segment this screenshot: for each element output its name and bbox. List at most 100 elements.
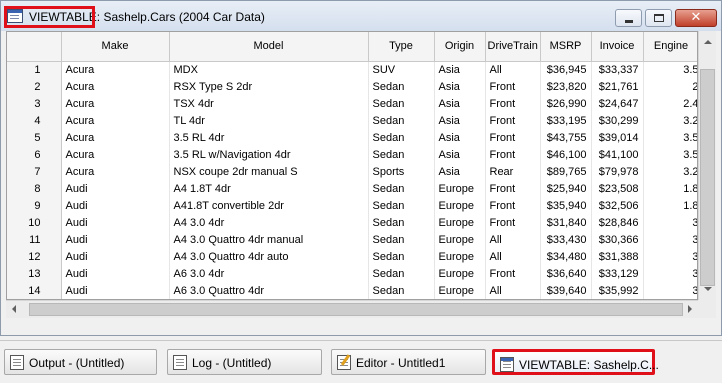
table-row[interactable]: 10 Audi A4 3.0 4dr Sedan Europe Front $31,840 $… <box>7 214 697 231</box>
cell-origin[interactable]: Asia <box>434 163 486 180</box>
cell-invoice[interactable]: $31,388 <box>591 248 644 265</box>
scroll-up-icon[interactable] <box>704 40 712 44</box>
table-row[interactable]: 4 Acura TL 4dr Sedan Asia Front $33,195 $30,299… <box>7 112 697 129</box>
table-row[interactable]: 11 Audi A4 3.0 Quattro 4dr manual Sedan Euro… <box>7 231 697 248</box>
table-row[interactable]: 3 Acura TSX 4dr Sedan Asia Front $26,990 $24,64… <box>7 95 697 112</box>
cell-drivetrain[interactable]: All <box>485 231 541 248</box>
cell-msrp[interactable]: $33,430 <box>540 231 592 248</box>
title-bar[interactable]: VIEWTABLE: Sashelp.Cars (2004 Car Data) … <box>1 1 721 31</box>
row-number[interactable]: 14 <box>7 282 62 299</box>
row-number-header[interactable] <box>7 32 62 62</box>
cell-msrp[interactable]: $25,940 <box>540 180 592 197</box>
cell-make[interactable]: Acura <box>61 61 170 78</box>
table-row[interactable]: 9 Audi A41.8T convertible 2dr Sedan Europe Fr… <box>7 197 697 214</box>
cell-type[interactable]: Sedan <box>368 129 435 146</box>
cell-type[interactable]: Sedan <box>368 95 435 112</box>
cell-origin[interactable]: Asia <box>434 95 486 112</box>
cell-drivetrain[interactable]: Front <box>485 146 541 163</box>
cell-type[interactable]: SUV <box>368 61 435 78</box>
table-row[interactable]: 1 Acura MDX SUV Asia All $36,945 $33,337 3.5 <box>7 61 697 78</box>
cell-model[interactable]: NSX coupe 2dr manual S <box>169 163 369 180</box>
cell-engine[interactable]: 3 <box>643 282 697 299</box>
column-header-drivetrain[interactable]: DriveTrain <box>485 32 541 62</box>
horizontal-scrollbar[interactable] <box>6 300 698 318</box>
column-header-origin[interactable]: Origin <box>434 32 486 62</box>
cell-origin[interactable]: Asia <box>434 78 486 95</box>
cell-invoice[interactable]: $35,992 <box>591 282 644 299</box>
cell-engine[interactable]: 3.5 <box>643 61 697 78</box>
cell-origin[interactable]: Europe <box>434 282 486 299</box>
cell-engine[interactable]: 1.8 <box>643 180 697 197</box>
cell-invoice[interactable]: $33,337 <box>591 61 644 78</box>
scroll-right-icon[interactable] <box>688 305 692 313</box>
cell-invoice[interactable]: $23,508 <box>591 180 644 197</box>
cell-engine[interactable]: 1.8 <box>643 197 697 214</box>
cell-origin[interactable]: Europe <box>434 214 486 231</box>
table-row[interactable]: 12 Audi A4 3.0 Quattro 4dr auto Sedan Europe… <box>7 248 697 265</box>
cell-engine[interactable]: 2.4 <box>643 95 697 112</box>
table-row[interactable]: 14 Audi A6 3.0 Quattro 4dr Sedan Europe All $3… <box>7 282 697 299</box>
cell-invoice[interactable]: $39,014 <box>591 129 644 146</box>
column-header-type[interactable]: Type <box>368 32 435 62</box>
table-row[interactable]: 2 Acura RSX Type S 2dr Sedan Asia Front $23,82… <box>7 78 697 95</box>
table-row[interactable]: 8 Audi A4 1.8T 4dr Sedan Europe Front $25,940 $… <box>7 180 697 197</box>
cell-type[interactable]: Sedan <box>368 146 435 163</box>
task-viewtable[interactable]: VIEWTABLE: Sashelp.C... <box>492 349 659 375</box>
vertical-scroll-thumb[interactable] <box>700 69 715 286</box>
cell-model[interactable]: A4 3.0 Quattro 4dr manual <box>169 231 369 248</box>
row-number[interactable]: 5 <box>7 129 62 146</box>
column-header-msrp[interactable]: MSRP <box>540 32 592 62</box>
cell-drivetrain[interactable]: Front <box>485 197 541 214</box>
task-log[interactable]: Log - (Untitled) <box>167 349 322 375</box>
vertical-scrollbar[interactable] <box>698 31 716 300</box>
cell-invoice[interactable]: $24,647 <box>591 95 644 112</box>
cell-make[interactable]: Audi <box>61 265 170 282</box>
cell-make[interactable]: Audi <box>61 180 170 197</box>
cell-origin[interactable]: Asia <box>434 112 486 129</box>
cell-drivetrain[interactable]: All <box>485 248 541 265</box>
column-header-make[interactable]: Make <box>61 32 170 62</box>
cell-drivetrain[interactable]: Front <box>485 129 541 146</box>
cell-engine[interactable]: 3.5 <box>643 146 697 163</box>
row-number[interactable]: 1 <box>7 61 62 78</box>
table-row[interactable]: 6 Acura 3.5 RL w/Navigation 4dr Sedan Asia Fr… <box>7 146 697 163</box>
cell-drivetrain[interactable]: Front <box>485 95 541 112</box>
cell-engine[interactable]: 3 <box>643 265 697 282</box>
cell-origin[interactable]: Europe <box>434 265 486 282</box>
cell-make[interactable]: Audi <box>61 197 170 214</box>
cell-invoice[interactable]: $41,100 <box>591 146 644 163</box>
cell-model[interactable]: 3.5 RL w/Navigation 4dr <box>169 146 369 163</box>
cell-drivetrain[interactable]: Front <box>485 180 541 197</box>
cell-origin[interactable]: Europe <box>434 231 486 248</box>
cell-model[interactable]: A4 1.8T 4dr <box>169 180 369 197</box>
cell-msrp[interactable]: $36,945 <box>540 61 592 78</box>
cell-engine[interactable]: 3 <box>643 248 697 265</box>
cell-msrp[interactable]: $31,840 <box>540 214 592 231</box>
cell-type[interactable]: Sedan <box>368 180 435 197</box>
row-number[interactable]: 12 <box>7 248 62 265</box>
table-row[interactable]: 7 Acura NSX coupe 2dr manual S Sports Asia Re… <box>7 163 697 180</box>
cell-invoice[interactable]: $28,846 <box>591 214 644 231</box>
maximize-button[interactable] <box>645 9 672 27</box>
table-row[interactable]: 5 Acura 3.5 RL 4dr Sedan Asia Front $43,755 $39… <box>7 129 697 146</box>
table-row[interactable]: 13 Audi A6 3.0 4dr Sedan Europe Front $36,640 $… <box>7 265 697 282</box>
cell-model[interactable]: MDX <box>169 61 369 78</box>
cell-drivetrain[interactable]: Front <box>485 78 541 95</box>
cell-origin[interactable]: Asia <box>434 129 486 146</box>
cell-make[interactable]: Acura <box>61 146 170 163</box>
cell-drivetrain[interactable]: Front <box>485 265 541 282</box>
cell-drivetrain[interactable]: Front <box>485 112 541 129</box>
cell-make[interactable]: Acura <box>61 78 170 95</box>
cell-type[interactable]: Sedan <box>368 282 435 299</box>
scroll-left-icon[interactable] <box>12 305 16 313</box>
scroll-down-icon[interactable] <box>704 287 712 291</box>
cell-drivetrain[interactable]: All <box>485 282 541 299</box>
cell-origin[interactable]: Asia <box>434 61 486 78</box>
cell-model[interactable]: TL 4dr <box>169 112 369 129</box>
cell-engine[interactable]: 2 <box>643 78 697 95</box>
cell-engine[interactable]: 3.2 <box>643 163 697 180</box>
cell-msrp[interactable]: $26,990 <box>540 95 592 112</box>
minimize-button[interactable] <box>615 9 642 27</box>
cell-msrp[interactable]: $43,755 <box>540 129 592 146</box>
cell-invoice[interactable]: $33,129 <box>591 265 644 282</box>
